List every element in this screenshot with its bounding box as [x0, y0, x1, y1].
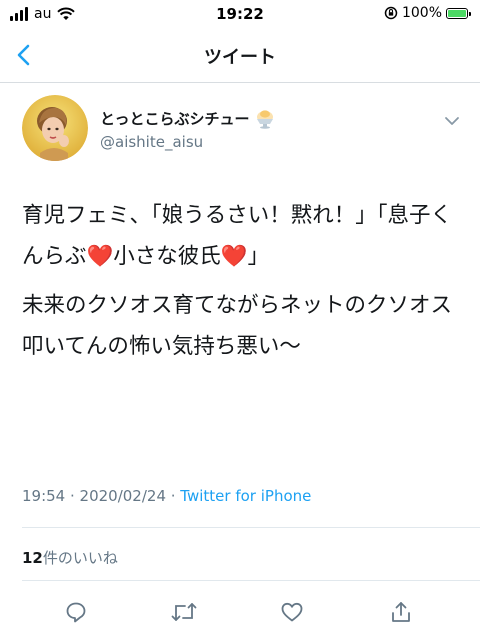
tweet-text: 育児フェミ、「娘うるさい！黙れ！」「息子くんらぶ❤️小さな彼氏❤️」 未来のクソ…	[22, 195, 462, 375]
avatar[interactable]	[22, 95, 88, 161]
status-bar: au 19:22 100%	[0, 0, 480, 28]
battery-icon	[446, 7, 471, 19]
rotation-lock-icon	[384, 6, 398, 20]
caret-down-icon[interactable]	[443, 114, 461, 128]
nav-bar: ツイート	[0, 28, 480, 83]
share-icon[interactable]	[389, 600, 413, 624]
user-handle[interactable]: @aishite_aisu	[100, 133, 203, 151]
retweet-icon[interactable]	[170, 600, 198, 624]
author-name-line[interactable]: とっとこらぶシチュー	[100, 108, 276, 129]
divider	[22, 580, 480, 581]
battery-fill	[448, 9, 466, 17]
status-right: 100%	[384, 5, 471, 21]
display-name[interactable]: とっとこらぶシチュー	[100, 108, 250, 129]
tweet-metadata: 19:54 · 2020/02/24 · Twitter for iPhone	[22, 487, 311, 505]
likes-count[interactable]: 12件のいいね	[22, 547, 118, 568]
battery-percent: 100%	[401, 5, 442, 21]
divider	[22, 527, 480, 528]
tweet-paragraph-1: 育児フェミ、「娘うるさい！黙れ！」「息子くんらぶ❤️小さな彼氏❤️」	[22, 203, 453, 269]
page-title: ツイート	[204, 47, 276, 68]
heart-emoji: ❤️	[86, 244, 114, 269]
tweet-paragraph-2: 未来のクソオス育てながらネットのクソオス叩いてんの怖い気持ち悪い〜	[22, 293, 453, 359]
tweet-source-link[interactable]: Twitter for iPhone	[180, 487, 311, 505]
shaved-ice-emoji	[256, 109, 273, 129]
tweet-actions	[0, 600, 480, 630]
like-icon[interactable]	[280, 600, 304, 624]
heart-emoji: ❤️	[220, 244, 248, 269]
reply-icon[interactable]	[64, 600, 88, 624]
tweet-timestamp[interactable]: 19:54 · 2020/02/24 ·	[22, 487, 180, 505]
